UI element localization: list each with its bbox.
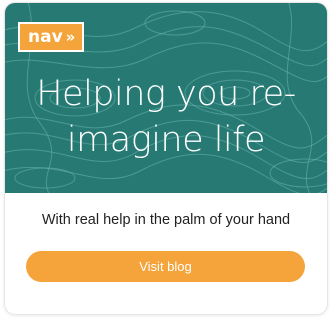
hero-headline: Helping you re- imagine life: [5, 71, 327, 163]
hero-headline-line-2: imagine life: [66, 120, 266, 160]
chevron-right-icon: »: [65, 27, 76, 46]
hero-headline-line-1: Helping you re-: [36, 74, 296, 114]
nav-logo[interactable]: nav »: [18, 22, 85, 52]
promo-card: nav » Helping you re- imagine life With …: [5, 3, 327, 314]
logo-text: nav: [28, 26, 63, 47]
card-subtitle: With real help in the palm of your hand: [41, 212, 291, 228]
hero-banner: nav » Helping you re- imagine life: [5, 3, 327, 193]
visit-blog-button[interactable]: Visit blog: [26, 251, 305, 282]
